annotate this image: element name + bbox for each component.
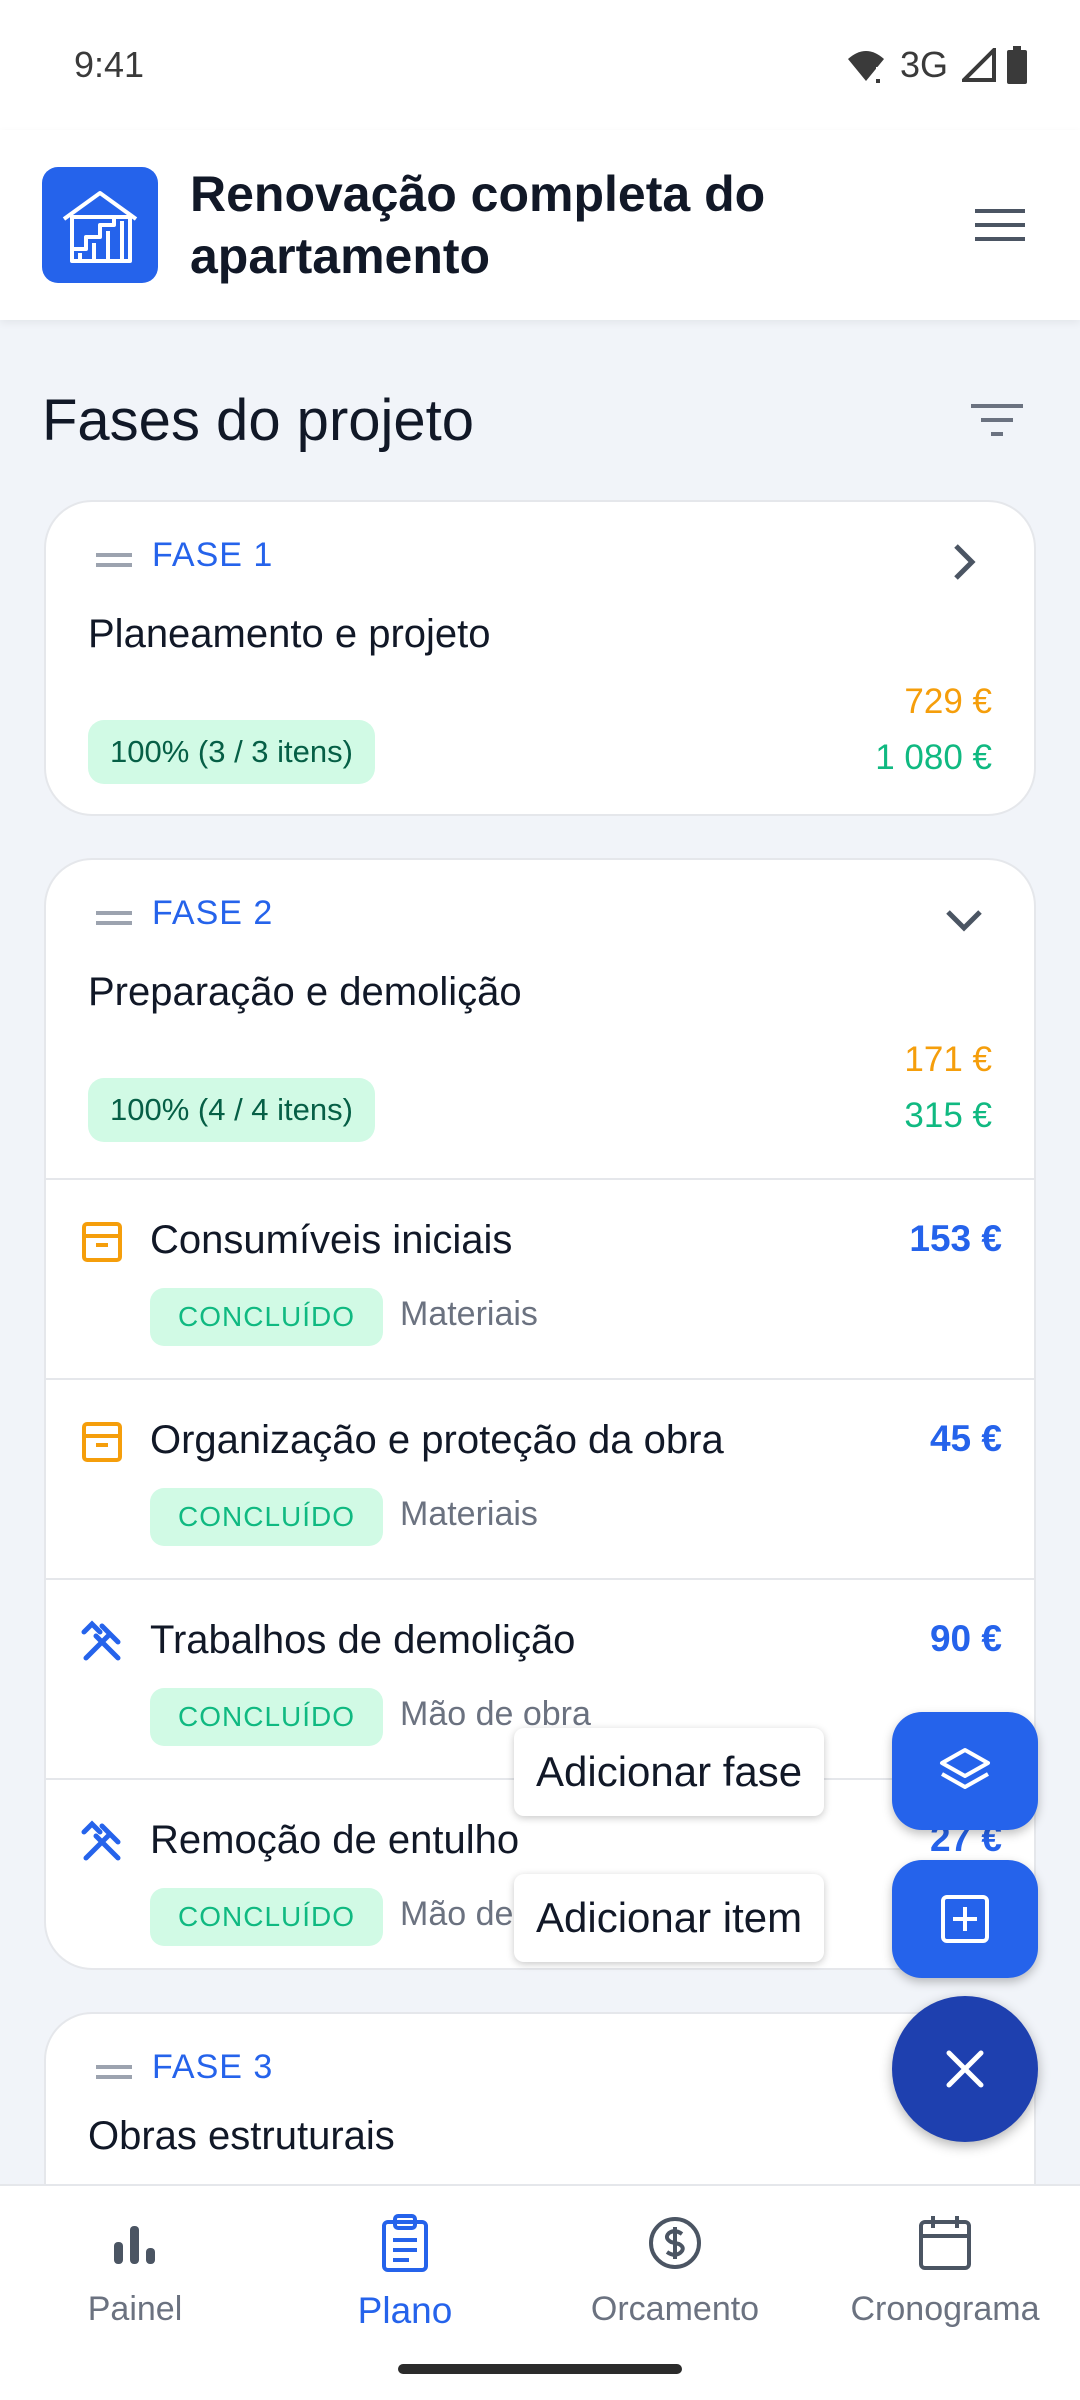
status-badge: CONCLUÍDO — [150, 1688, 384, 1746]
calendar-icon — [919, 2216, 971, 2270]
phase-name: Preparação e demolição — [88, 970, 522, 1014]
tools-icon — [81, 1620, 121, 1661]
item-name: Organização e proteção da obra — [150, 1418, 724, 1462]
item-name: Consumíveis iniciais — [150, 1218, 513, 1262]
section-title: Fases do projeto — [42, 387, 475, 453]
collapse-button[interactable] — [934, 890, 994, 950]
wifi-icon — [847, 51, 884, 83]
progress-badge: 100% (4 / 4 itens) — [88, 1078, 375, 1142]
nav-item-plano[interactable]: Plano — [270, 2186, 540, 2356]
filter-icon — [971, 404, 1023, 436]
status-badge: CONCLUÍDO — [150, 1488, 384, 1546]
status-icons: 3G — [846, 44, 1028, 86]
expand-button[interactable] — [934, 532, 994, 592]
nav-label: Cronograma — [850, 2290, 1040, 2328]
phase-header[interactable]: FASE 1 Planeamento e projeto 100% (3 / 3… — [46, 502, 1034, 814]
list-item[interactable]: Organização e proteção da obra 45 € CONC… — [46, 1378, 1034, 1578]
phase-label: FASE 2 — [152, 894, 274, 932]
item-amount: 45 € — [929, 1418, 1002, 1459]
nav-item-painel[interactable]: Painel — [0, 2186, 270, 2356]
actual-amount: 315 € — [904, 1096, 992, 1135]
home-indicator — [398, 2364, 682, 2374]
item-category: Materiais — [400, 1295, 538, 1333]
clipboard-icon — [382, 2214, 428, 2272]
tools-icon — [81, 1820, 121, 1861]
signal-icon — [962, 48, 996, 82]
nav-label: Painel — [87, 2290, 183, 2328]
network-type: 3G — [899, 44, 948, 85]
item-category: Materiais — [400, 1495, 538, 1533]
app-header: Renovação completa do apartamento — [0, 130, 1080, 320]
box-icon — [82, 1222, 122, 1262]
item-amount: 153 € — [909, 1218, 1002, 1259]
drag-handle-icon[interactable] — [96, 552, 132, 568]
status-bar: 9:41 3G — [0, 0, 1080, 130]
add-phase-label[interactable]: Adicionar fase — [514, 1728, 825, 1816]
status-badge: CONCLUÍDO — [150, 1888, 384, 1946]
battery-icon — [1007, 46, 1027, 84]
chevron-down-icon — [946, 910, 982, 932]
list-item[interactable]: Consumíveis iniciais 153 € CONCLUÍDO Mat… — [46, 1178, 1034, 1378]
phase-card[interactable]: FASE 1 Planeamento e projeto 100% (3 / 3… — [44, 500, 1036, 816]
box-icon — [82, 1422, 122, 1462]
nav-item-orcamento[interactable]: Orcamento — [540, 2186, 810, 2356]
planned-amount: 729 € — [904, 682, 992, 721]
app-logo — [42, 167, 158, 283]
phase-name: Planeamento e projeto — [88, 612, 491, 656]
section-header: Fases do projeto — [42, 370, 1042, 470]
layers-icon — [940, 1748, 990, 1789]
close-fab-button[interactable] — [892, 1996, 1038, 2142]
close-icon — [946, 2050, 984, 2088]
chevron-right-icon — [954, 544, 976, 580]
page-title: Renovação completa do apartamento — [190, 166, 766, 284]
item-amount: 90 € — [929, 1618, 1002, 1659]
drag-handle-icon[interactable] — [96, 2064, 132, 2080]
planned-amount: 171 € — [904, 1040, 992, 1079]
item-name: Trabalhos de demolição — [150, 1618, 576, 1662]
actual-amount: 1 080 € — [875, 738, 992, 777]
add-item-button[interactable] — [892, 1860, 1038, 1978]
add-phase-button[interactable] — [892, 1712, 1038, 1830]
item-name: Remoção de entulho — [150, 1818, 520, 1862]
phase-name: Obras estruturais — [88, 2114, 395, 2158]
nav-item-cronograma[interactable]: Cronograma — [810, 2186, 1080, 2356]
phase-header[interactable]: FASE 2 Preparação e demolição 100% (4 / … — [46, 860, 1034, 1178]
nav-label: Orcamento — [590, 2290, 760, 2328]
phase-label: FASE 1 — [152, 536, 274, 574]
plus-square-icon — [941, 1895, 989, 1943]
building-stairs-icon — [62, 191, 138, 263]
status-time: 9:41 — [74, 44, 145, 85]
status-badge: CONCLUÍDO — [150, 1288, 384, 1346]
add-item-label[interactable]: Adicionar item — [514, 1874, 825, 1962]
nav-label: Plano — [357, 2290, 453, 2331]
drag-handle-icon[interactable] — [96, 910, 132, 926]
hamburger-menu-icon — [975, 209, 1025, 241]
bar-chart-icon — [114, 2226, 155, 2264]
phase-label: FASE 3 — [152, 2048, 274, 2086]
menu-button[interactable] — [960, 185, 1040, 265]
dollar-icon — [649, 2217, 701, 2269]
filter-button[interactable] — [952, 375, 1042, 465]
progress-badge: 100% (3 / 3 itens) — [88, 720, 375, 784]
